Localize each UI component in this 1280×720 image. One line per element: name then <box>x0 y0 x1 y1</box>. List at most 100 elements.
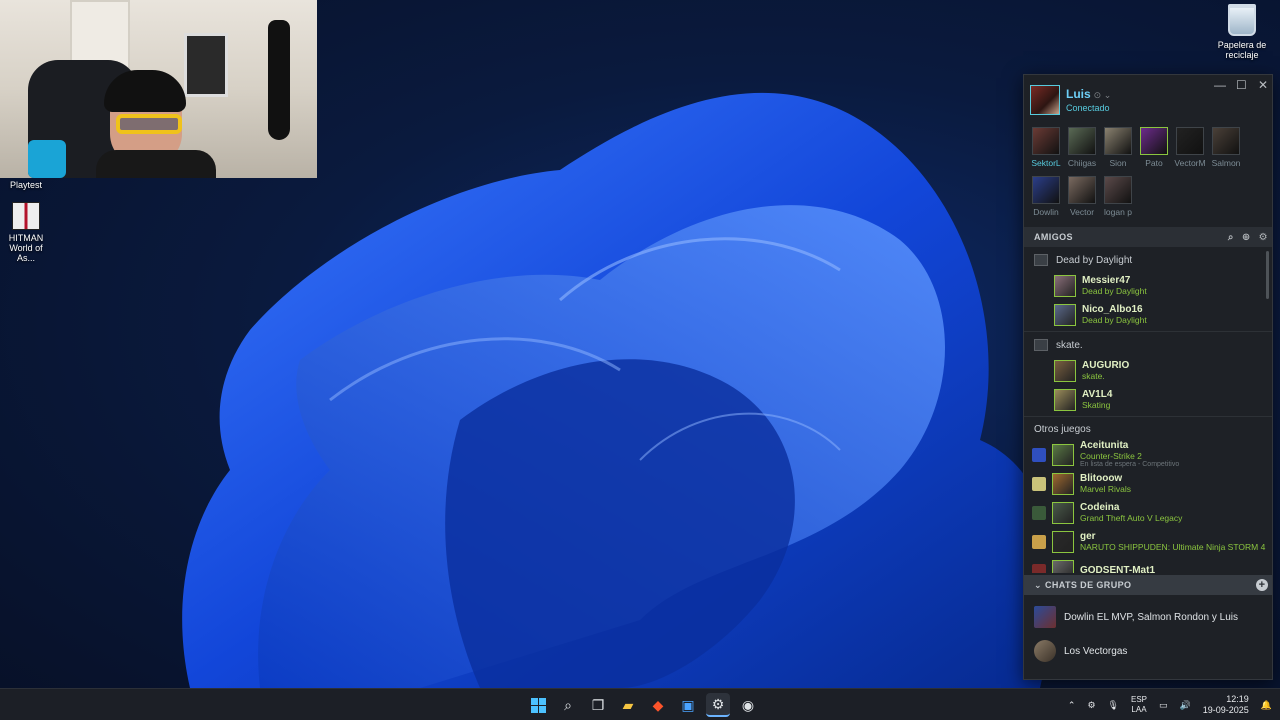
favorite-friend-name: SektorL <box>1031 158 1061 168</box>
obs-icon[interactable]: ◉ <box>736 693 760 717</box>
friend-row[interactable]: Blitooow Marvel Rivals <box>1024 469 1272 498</box>
game-icon <box>1034 339 1048 351</box>
friend-avatar <box>1052 530 1074 553</box>
steam-tray-icon[interactable]: ⚙ <box>1087 700 1095 711</box>
add-friend-icon[interactable]: ⊕ <box>1242 232 1251 243</box>
webcam-person-shirt <box>96 150 216 178</box>
friend-row[interactable]: Aceitunita Counter-Strike 2 En lista de es… <box>1024 440 1272 469</box>
friend-row[interactable]: Codeina Grand Theft Auto V Legacy <box>1024 498 1272 527</box>
friend-avatar <box>1104 127 1132 155</box>
search-icon[interactable]: ⌕ <box>556 693 580 717</box>
minimize-button[interactable]: — <box>1214 79 1226 91</box>
friend-avatar <box>1140 127 1168 155</box>
microphone-icon[interactable]: 🎙 <box>1108 700 1119 711</box>
settings-icon[interactable]: ⚙ <box>1259 232 1268 243</box>
webcam-chair-accent <box>28 140 66 178</box>
favorite-friend[interactable]: Salmon <box>1208 127 1244 168</box>
start-icon[interactable] <box>526 693 550 717</box>
favorite-friend[interactable]: Pato <box>1136 127 1172 168</box>
hitman-shortcut[interactable]: HITMAN World of As... <box>0 202 52 263</box>
friend-name: AV1L4 <box>1082 389 1113 400</box>
game-group-header[interactable]: Dead by Daylight <box>1024 249 1272 271</box>
user-status: Conectado <box>1066 103 1110 113</box>
add-group-chat-icon[interactable]: + <box>1256 579 1268 591</box>
webcam-wall-picture <box>184 33 228 97</box>
friend-avatar <box>1052 559 1074 573</box>
user-name-row[interactable]: Luis ⊙ ⌄ <box>1066 87 1111 101</box>
friends-header-label: AMIGOS <box>1034 232 1073 242</box>
friend-row[interactable]: Nico_Albo16 Dead by Daylight <box>1024 300 1272 329</box>
game-group-header[interactable]: skate. <box>1024 334 1272 356</box>
brave-icon[interactable]: ◆ <box>646 693 670 717</box>
favorite-friend[interactable]: Chiigas <box>1064 127 1100 168</box>
favorite-friend[interactable]: Dowlin <box>1028 176 1064 217</box>
clock-time: 12:19 <box>1226 694 1249 704</box>
close-button[interactable]: ✕ <box>1258 79 1268 91</box>
hitman-label-line1: HITMAN <box>8 233 44 243</box>
file-explorer-icon[interactable]: ▰ <box>616 693 640 717</box>
other-games-header[interactable]: Otros juegos <box>1024 419 1272 440</box>
steam-icon[interactable]: ⚙ <box>706 693 730 717</box>
friend-avatar <box>1054 303 1076 326</box>
friend-row[interactable]: AUGURIO skate. <box>1024 356 1272 385</box>
webcam-person-glasses <box>116 114 182 134</box>
photos-icon[interactable]: ▣ <box>676 693 700 717</box>
friends-scrollbar[interactable] <box>1266 251 1269 299</box>
friend-avatar <box>1052 443 1074 466</box>
favorite-friend[interactable]: logan p <box>1100 176 1136 217</box>
friend-avatar <box>1054 274 1076 297</box>
friend-game: skate. <box>1082 371 1105 381</box>
playtest-label[interactable]: Playtest <box>6 180 46 190</box>
language-indicator[interactable]: ESP LAA <box>1131 695 1147 715</box>
game-group-title: Dead by Daylight <box>1056 254 1133 266</box>
hitman-icon <box>12 202 40 230</box>
recycle-bin-icon <box>1228 4 1256 36</box>
group-chats-header-label: CHATS DE GRUPO <box>1044 580 1132 590</box>
collapse-chevron-icon: ⌄ <box>1034 579 1042 590</box>
language-line2: LAA <box>1131 705 1147 714</box>
favorite-friend[interactable]: SektorL <box>1028 127 1064 168</box>
search-icon[interactable]: ⌕ <box>1228 232 1234 243</box>
friend-row[interactable]: ger NARUTO SHIPPUDEN: Ultimate Ninja STOR… <box>1024 527 1272 556</box>
friend-avatar <box>1068 176 1096 204</box>
group-chats-header[interactable]: ⌄ CHATS DE GRUPO + <box>1024 575 1272 595</box>
friend-name: Nico_Albo16 <box>1082 304 1143 315</box>
volume-icon[interactable]: 🔊 <box>1180 700 1191 711</box>
recycle-bin-shortcut[interactable]: Papelera de reciclaje <box>1214 4 1270 60</box>
favorite-friend[interactable]: VectorM <box>1172 127 1208 168</box>
notification-icon[interactable]: 🔔 <box>1261 700 1272 711</box>
favorite-friend-name: Dowlin <box>1033 207 1059 217</box>
friend-name: GODSENT-Mat1 <box>1080 565 1156 573</box>
other-games-title: Otros juegos <box>1034 424 1091 435</box>
chevron-up-icon[interactable]: ⌃ <box>1068 700 1076 711</box>
group-chat-name: Los Vectorgas <box>1064 645 1128 657</box>
friend-row[interactable]: GODSENT-Mat1 <box>1024 556 1272 573</box>
current-user[interactable]: Luis ⊙ ⌄ Conectado <box>1030 85 1111 115</box>
favorite-friend-name: Sion <box>1109 158 1127 168</box>
task-view-icon[interactable]: ❐ <box>586 693 610 717</box>
maximize-button[interactable]: ☐ <box>1236 79 1247 91</box>
friend-avatar <box>1032 176 1060 204</box>
game-icon <box>1032 447 1046 462</box>
group-chat-avatar <box>1034 606 1056 628</box>
group-chat-row[interactable]: Dowlin EL MVP, Salmon Rondon y Luis <box>1024 601 1272 633</box>
friend-row[interactable]: Messier47 Dead by Daylight <box>1024 271 1272 300</box>
favorite-friend-name: Chiigas <box>1067 158 1097 168</box>
network-icon[interactable]: ▭ <box>1159 700 1168 711</box>
friend-row[interactable]: AV1L4 Skating <box>1024 385 1272 414</box>
language-line1: ESP <box>1130 695 1147 704</box>
group-chat-avatar <box>1034 640 1056 662</box>
favorite-friend[interactable]: Sion <box>1100 127 1136 168</box>
friend-game: Grand Theft Auto V Legacy <box>1080 513 1183 523</box>
group-chat-row[interactable]: Los Vectorgas <box>1024 635 1272 667</box>
favorite-friend[interactable]: Vector <box>1064 176 1100 217</box>
webcam-feed <box>0 0 317 178</box>
friend-name: ger <box>1080 531 1096 542</box>
group-chat-name: Dowlin EL MVP, Salmon Rondon y Luis <box>1064 611 1238 623</box>
clock[interactable]: 12:19 19-09-2025 <box>1203 694 1249 716</box>
friend-avatar <box>1054 388 1076 411</box>
user-avatar[interactable] <box>1030 85 1060 115</box>
friend-game: NARUTO SHIPPUDEN: Ultimate Ninja STORM 4 <box>1080 542 1266 552</box>
friends-list[interactable]: Dead by Daylight Messier47 Dead by Dayligh… <box>1024 249 1272 573</box>
window-controls: — ☐ ✕ <box>1214 79 1268 91</box>
